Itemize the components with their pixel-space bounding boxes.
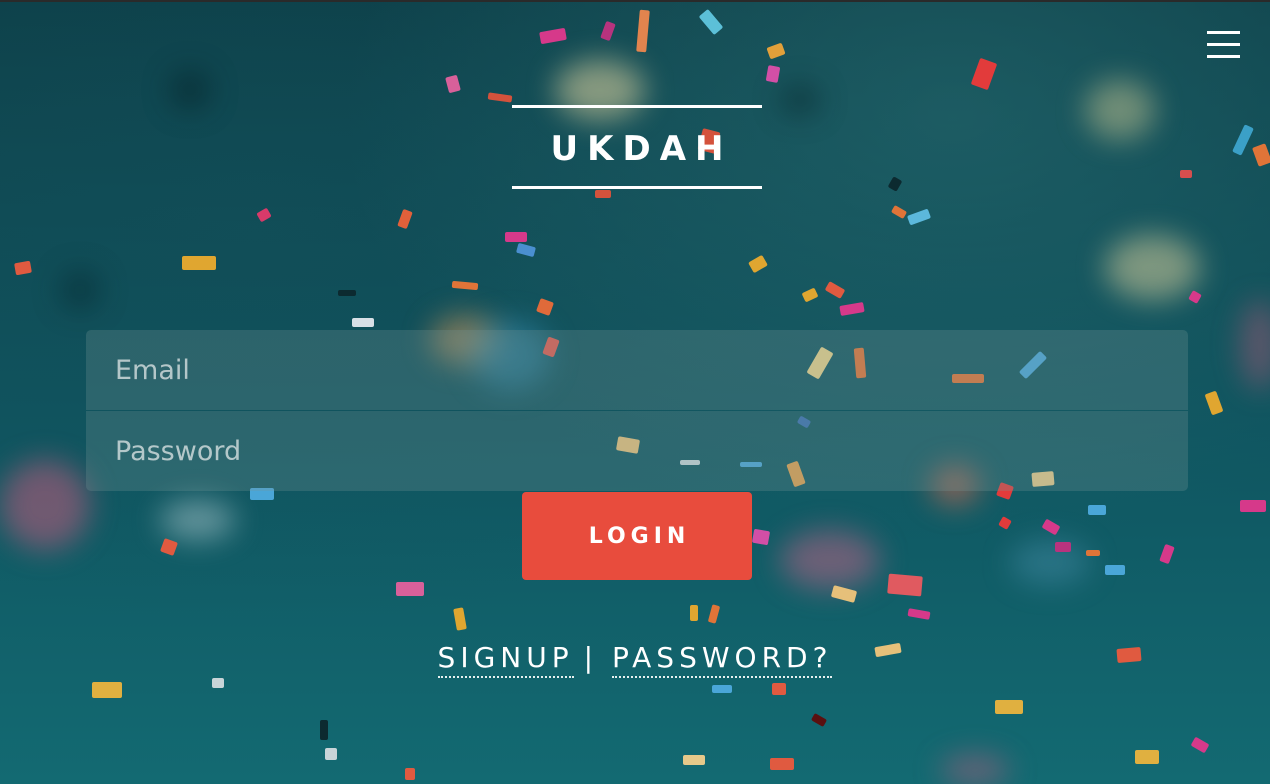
- confetti-piece: [505, 232, 527, 242]
- confetti-piece: [707, 604, 721, 624]
- confetti-piece: [698, 8, 724, 36]
- confetti-piece: [536, 298, 554, 316]
- confetti-piece: [887, 176, 903, 192]
- login-button[interactable]: LOGIN: [522, 492, 752, 580]
- link-separator: |: [583, 641, 599, 674]
- confetti-piece: [1190, 736, 1210, 754]
- confetti-piece: [487, 92, 513, 103]
- confetti-piece: [810, 713, 828, 727]
- bokeh-blob: [170, 70, 210, 110]
- confetti-piece: [1135, 750, 1159, 764]
- confetti-piece: [1055, 542, 1071, 552]
- password-input[interactable]: [86, 411, 1188, 491]
- confetti-piece: [92, 682, 122, 698]
- bokeh-blob: [60, 270, 100, 310]
- signup-link[interactable]: SIGNUP: [437, 641, 574, 678]
- bokeh-blob: [1240, 300, 1270, 390]
- confetti-piece: [765, 65, 781, 83]
- confetti-piece: [595, 190, 611, 198]
- hamburger-bar: [1207, 55, 1240, 58]
- confetti-piece: [824, 281, 846, 299]
- confetti-piece: [1240, 500, 1266, 512]
- confetti-piece: [405, 768, 415, 780]
- confetti-piece: [1088, 505, 1106, 515]
- confetti-piece: [320, 720, 328, 740]
- confetti-piece: [1159, 543, 1175, 565]
- bokeh-blob: [1105, 235, 1200, 300]
- confetti-piece: [212, 678, 224, 688]
- confetti-piece: [1204, 390, 1224, 416]
- brand-name: UKDAH: [550, 129, 733, 169]
- confetti-piece: [970, 57, 998, 91]
- confetti-piece: [690, 605, 698, 621]
- confetti-piece: [751, 528, 771, 546]
- confetti-piece: [1232, 124, 1254, 156]
- logo-top-rule: [512, 105, 762, 108]
- hamburger-bar: [1207, 43, 1240, 46]
- confetti-piece: [748, 254, 768, 274]
- hamburger-menu-icon[interactable]: [1207, 31, 1241, 59]
- confetti-piece: [906, 208, 932, 226]
- top-edge-line: [0, 0, 1270, 2]
- bokeh-blob: [1085, 80, 1155, 140]
- confetti-piece: [256, 207, 272, 223]
- confetti-piece: [772, 683, 786, 695]
- confetti-piece: [887, 573, 923, 597]
- confetti-piece: [998, 516, 1012, 530]
- confetti-piece: [801, 287, 819, 303]
- confetti-piece: [451, 280, 479, 291]
- email-input[interactable]: [86, 330, 1188, 410]
- confetti-piece: [1188, 290, 1202, 304]
- bokeh-blob: [780, 85, 820, 115]
- confetti-piece: [1105, 565, 1125, 575]
- bokeh-blob: [160, 500, 235, 540]
- confetti-piece: [890, 205, 908, 219]
- confetti-piece: [160, 538, 178, 556]
- confetti-piece: [338, 290, 356, 296]
- auth-links: SIGNUP | PASSWORD?: [0, 641, 1270, 678]
- bokeh-blob: [940, 755, 1010, 784]
- confetti-piece: [683, 755, 705, 765]
- confetti-piece: [453, 607, 467, 631]
- confetti-piece: [839, 301, 865, 317]
- brand-logo: UKDAH: [512, 105, 762, 189]
- confetti-piece: [636, 9, 650, 53]
- logo-bottom-rule: [512, 186, 762, 189]
- forgot-password-link[interactable]: PASSWORD?: [612, 641, 833, 678]
- confetti-piece: [1041, 518, 1061, 536]
- confetti-piece: [1252, 143, 1270, 167]
- confetti-piece: [352, 318, 374, 327]
- confetti-piece: [600, 20, 616, 42]
- confetti-piece: [445, 74, 461, 94]
- confetti-piece: [182, 256, 216, 270]
- confetti-piece: [1086, 550, 1100, 556]
- confetti-piece: [712, 685, 732, 693]
- confetti-piece: [770, 758, 794, 770]
- confetti-piece: [1180, 170, 1192, 178]
- bokeh-blob: [780, 530, 880, 590]
- bokeh-blob: [0, 460, 90, 550]
- confetti-piece: [325, 748, 337, 760]
- confetti-piece: [995, 700, 1023, 714]
- bokeh-blob: [1010, 540, 1090, 585]
- confetti-piece: [830, 585, 858, 603]
- hamburger-bar: [1207, 31, 1240, 34]
- confetti-piece: [14, 260, 32, 276]
- confetti-piece: [766, 42, 786, 60]
- confetti-piece: [397, 208, 413, 230]
- confetti-piece: [396, 582, 424, 596]
- confetti-piece: [516, 242, 536, 258]
- confetti-piece: [907, 608, 931, 620]
- confetti-piece: [539, 27, 567, 45]
